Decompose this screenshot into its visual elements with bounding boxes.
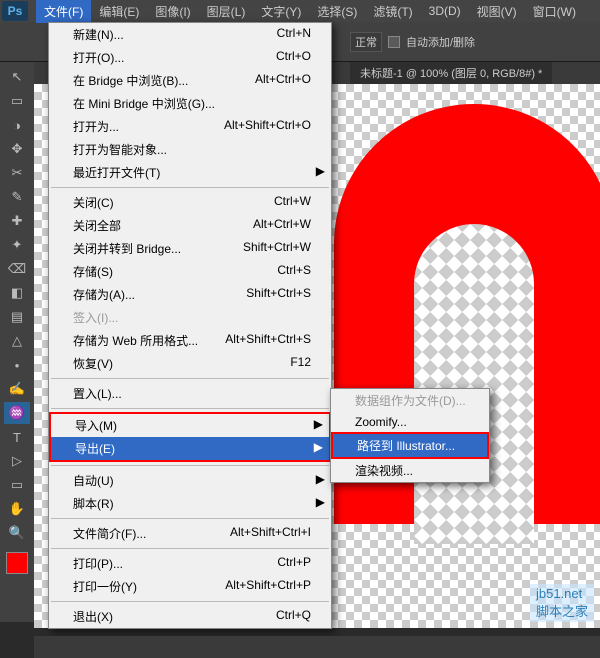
menu-separator [51, 518, 329, 519]
menu-3d[interactable]: 3D(D) [421, 1, 469, 21]
dodge-tool-icon[interactable]: ✍ [4, 378, 30, 400]
watermark-name: 脚本之家 [536, 601, 588, 620]
menu-file-info[interactable]: 文件简介(F)...Alt+Shift+Ctrl+I [49, 522, 331, 545]
toolbox: ↖ ▭ ◑ ✥ ✂ ✎ ✚ ✦ ⌫ ◧ ▤ △ • ✍ ♒ T ▷ ▭ ✋ 🔍 [0, 62, 34, 622]
menu-image[interactable]: 图像(I) [147, 0, 198, 23]
document-tab[interactable]: 未标题-1 @ 100% (图层 0, RGB/8#) * [350, 62, 552, 84]
menu-checkin: 签入(I)... [49, 306, 331, 329]
blend-mode-select[interactable]: 正常 [350, 32, 382, 52]
menu-separator [51, 408, 329, 409]
watermark-url: jb51.net [536, 586, 588, 601]
menu-open-smart[interactable]: 打开为智能对象... [49, 138, 331, 161]
lasso-tool-icon[interactable]: ◑ [4, 114, 30, 136]
gradient-tool-icon[interactable]: △ [4, 330, 30, 352]
watermark: jb51.net 脚本之家 [530, 584, 594, 622]
status-bar [34, 636, 600, 658]
path-tool-icon[interactable]: ▷ [4, 450, 30, 472]
app-logo-icon: Ps [2, 1, 28, 21]
stamp-tool-icon[interactable]: ⌫ [4, 258, 30, 280]
menu-file[interactable]: 文件(F) [36, 0, 91, 23]
menu-separator [51, 187, 329, 188]
menu-save-web[interactable]: 存储为 Web 所用格式...Alt+Shift+Ctrl+S [49, 329, 331, 352]
move-tool-icon[interactable]: ↖ [4, 66, 30, 88]
menu-filter[interactable]: 滤镜(T) [365, 0, 420, 23]
menu-recent[interactable]: 最近打开文件(T)▶ [49, 161, 331, 184]
menu-export[interactable]: 导出(E)▶ [51, 437, 329, 460]
menu-view[interactable]: 视图(V) [469, 0, 525, 23]
menu-save-as[interactable]: 存储为(A)...Shift+Ctrl+S [49, 283, 331, 306]
export-submenu: 数据组作为文件(D)... Zoomify... 路径到 Illustrator… [330, 388, 490, 483]
menu-revert[interactable]: 恢复(V)F12 [49, 352, 331, 375]
submenu-arrow-icon: ▶ [316, 164, 325, 178]
menu-close-bridge[interactable]: 关闭并转到 Bridge...Shift+Ctrl+W [49, 237, 331, 260]
menu-separator [51, 548, 329, 549]
submenu-arrow-icon: ▶ [316, 495, 325, 509]
submenu-paths-illustrator[interactable]: 路径到 Illustrator... [331, 432, 489, 459]
marquee-tool-icon[interactable]: ▭ [4, 90, 30, 112]
blur-tool-icon[interactable]: • [4, 354, 30, 376]
menu-print[interactable]: 打印(P)...Ctrl+P [49, 552, 331, 575]
submenu-render-video[interactable]: 渲染视频... [331, 459, 489, 482]
foreground-color-swatch[interactable] [6, 552, 28, 574]
menu-separator [51, 465, 329, 466]
menu-print-one[interactable]: 打印一份(Y)Alt+Shift+Ctrl+P [49, 575, 331, 598]
auto-add-checkbox[interactable] [388, 36, 400, 48]
pen-tool-icon[interactable]: ♒ [4, 402, 30, 424]
menu-save[interactable]: 存储(S)Ctrl+S [49, 260, 331, 283]
menu-type[interactable]: 文字(Y) [253, 0, 309, 23]
menu-edit[interactable]: 编辑(E) [91, 0, 147, 23]
menu-browse-minibridge[interactable]: 在 Mini Bridge 中浏览(G)... [49, 92, 331, 115]
menu-window[interactable]: 窗口(W) [525, 0, 584, 23]
menu-open[interactable]: 打开(O)...Ctrl+O [49, 46, 331, 69]
zoom-tool-icon[interactable]: 🔍 [4, 522, 30, 544]
heal-tool-icon[interactable]: ✚ [4, 210, 30, 232]
auto-add-label: 自动添加/删除 [406, 34, 475, 50]
menu-separator [51, 601, 329, 602]
menu-automate[interactable]: 自动(U)▶ [49, 469, 331, 492]
menu-open-as[interactable]: 打开为...Alt+Shift+Ctrl+O [49, 115, 331, 138]
menu-import[interactable]: 导入(M)▶ [51, 414, 329, 437]
highlight-annotation: 导入(M)▶ 导出(E)▶ [49, 412, 331, 462]
menu-select[interactable]: 选择(S) [309, 0, 365, 23]
menu-browse-bridge[interactable]: 在 Bridge 中浏览(B)...Alt+Ctrl+O [49, 69, 331, 92]
wand-tool-icon[interactable]: ✥ [4, 138, 30, 160]
file-menu-dropdown: 新建(N)...Ctrl+N 打开(O)...Ctrl+O 在 Bridge 中… [48, 22, 332, 629]
eraser-tool-icon[interactable]: ▤ [4, 306, 30, 328]
crop-tool-icon[interactable]: ✂ [4, 162, 30, 184]
menu-layer[interactable]: 图层(L) [199, 0, 254, 23]
submenu-zoomify[interactable]: Zoomify... [331, 412, 489, 432]
menu-scripts[interactable]: 脚本(R)▶ [49, 492, 331, 515]
menu-bar: Ps 文件(F) 编辑(E) 图像(I) 图层(L) 文字(Y) 选择(S) 滤… [0, 0, 600, 22]
submenu-arrow-icon: ▶ [316, 472, 325, 486]
menu-close[interactable]: 关闭(C)Ctrl+W [49, 191, 331, 214]
hand-tool-icon[interactable]: ✋ [4, 498, 30, 520]
submenu-datasets: 数据组作为文件(D)... [331, 389, 489, 412]
type-tool-icon[interactable]: T [4, 426, 30, 448]
menu-separator [51, 378, 329, 379]
eyedropper-tool-icon[interactable]: ✎ [4, 186, 30, 208]
menu-place[interactable]: 置入(L)... [49, 382, 331, 405]
history-brush-tool-icon[interactable]: ◧ [4, 282, 30, 304]
submenu-arrow-icon: ▶ [314, 440, 323, 454]
menu-close-all[interactable]: 关闭全部Alt+Ctrl+W [49, 214, 331, 237]
menu-exit[interactable]: 退出(X)Ctrl+Q [49, 605, 331, 628]
menu-new[interactable]: 新建(N)...Ctrl+N [49, 23, 331, 46]
brush-tool-icon[interactable]: ✦ [4, 234, 30, 256]
shape-tool-icon[interactable]: ▭ [4, 474, 30, 496]
submenu-arrow-icon: ▶ [314, 417, 323, 431]
